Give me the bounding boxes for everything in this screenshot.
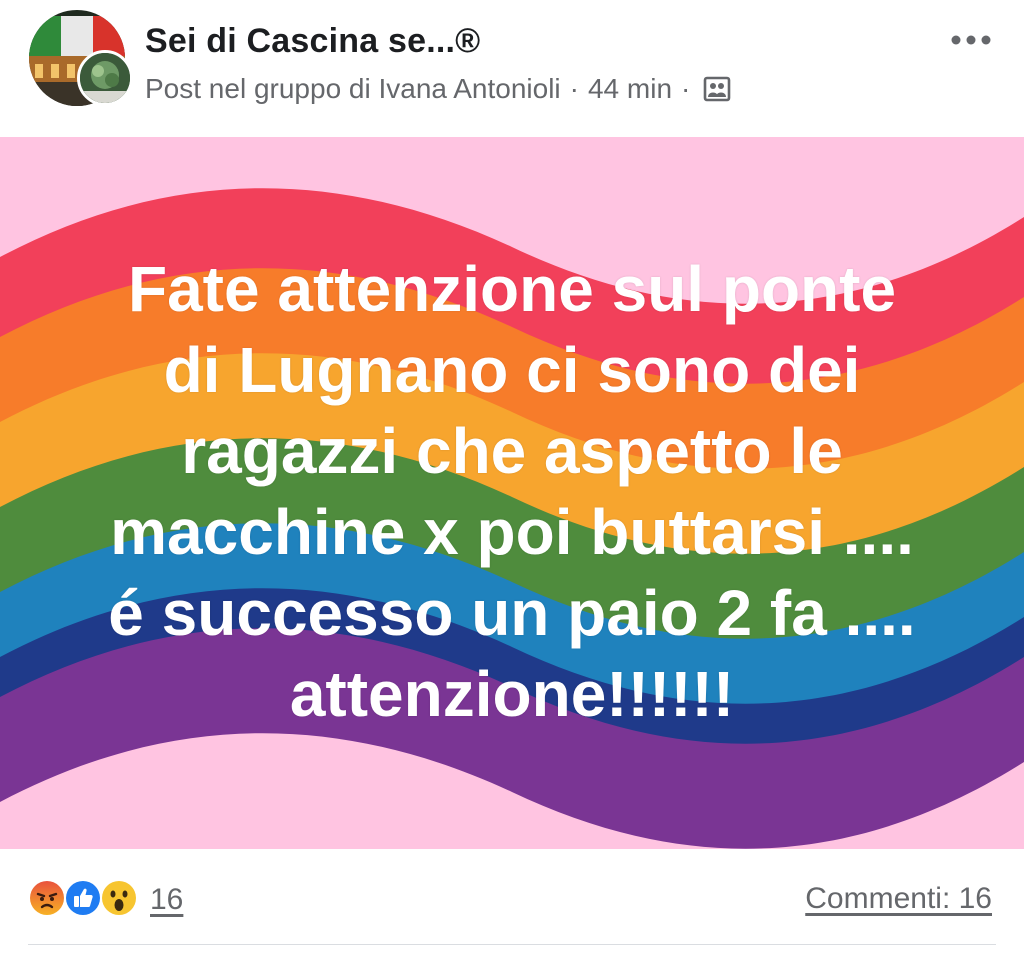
post-header: Sei di Cascina se...® Post nel gruppo di… [0,0,1024,137]
group-name[interactable]: Sei di Cascina se...® [145,22,480,61]
post-meta: Post nel gruppo di Ivana Antonioli · 44 … [145,73,731,105]
footer-divider [28,944,996,945]
group-privacy-icon [703,75,731,103]
meta-separator: · [569,73,579,104]
wow-reaction-icon [100,879,142,921]
reaction-count[interactable]: 16 [150,883,183,917]
author-name[interactable]: Ivana Antonioli [379,73,561,105]
post-time[interactable]: 44 min [588,73,672,105]
more-options-button[interactable] [948,28,994,52]
more-horizontal-icon [951,35,991,45]
author-avatar[interactable] [77,50,133,106]
reactions-summary[interactable]: 16 [28,879,183,921]
comments-count-link[interactable]: Commenti: 16 [805,882,992,916]
post-text: Fate attenzione sul ponte di Lugnano ci … [108,253,916,730]
post-background-image[interactable]: Fate attenzione sul ponte di Lugnano ci … [0,137,1024,849]
post-footer: 16 Commenti: 16 [0,849,1024,959]
meta-separator: · [681,73,691,104]
meta-prefix: Post nel gruppo di [145,73,371,104]
